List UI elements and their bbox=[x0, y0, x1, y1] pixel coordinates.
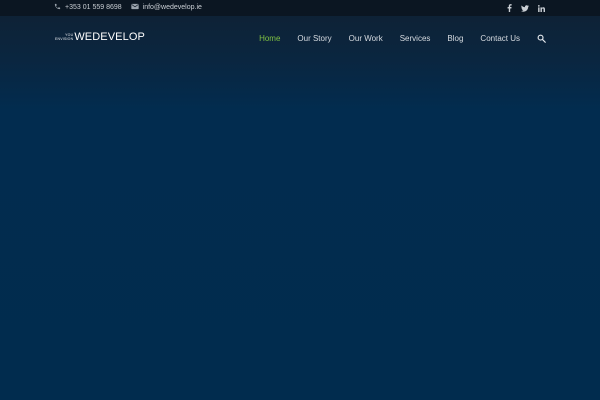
nav-item-services[interactable]: Services bbox=[400, 34, 431, 43]
mail-icon bbox=[130, 3, 143, 12]
email-contact[interactable]: info@wedevelop.ie bbox=[130, 3, 202, 12]
logo-tagline: YOU ENVISION bbox=[55, 33, 73, 41]
phone-number: +353 01 559 8698 bbox=[65, 4, 122, 11]
nav-item-home[interactable]: Home bbox=[259, 34, 280, 43]
nav-item-our-work[interactable]: Our Work bbox=[349, 34, 383, 43]
nav-item-our-story[interactable]: Our Story bbox=[297, 34, 331, 43]
contact-info: +353 01 559 8698 info@wedevelop.ie bbox=[54, 3, 211, 12]
hero-section bbox=[0, 60, 600, 400]
logo-tagline-line2: ENVISION bbox=[55, 37, 74, 41]
top-bar: +353 01 559 8698 info@wedevelop.ie bbox=[0, 0, 600, 16]
nav-item-contact-us[interactable]: Contact Us bbox=[480, 34, 520, 43]
site-logo[interactable]: YOU ENVISION WEDEVELOP bbox=[55, 32, 145, 43]
page: +353 01 559 8698 info@wedevelop.ie YOU E… bbox=[0, 0, 600, 400]
linkedin-icon[interactable] bbox=[536, 3, 546, 13]
main-navigation: Home Our Story Our Work Services Blog Co… bbox=[242, 33, 546, 43]
email-address: info@wedevelop.ie bbox=[142, 4, 202, 11]
facebook-icon[interactable] bbox=[504, 3, 514, 13]
phone-icon bbox=[54, 3, 65, 12]
phone-contact[interactable]: +353 01 559 8698 bbox=[54, 3, 122, 12]
social-links bbox=[498, 3, 546, 13]
search-icon[interactable] bbox=[536, 33, 546, 43]
logo-wordmark: WEDEVELOP bbox=[74, 31, 145, 43]
twitter-icon[interactable] bbox=[520, 3, 530, 13]
nav-item-blog[interactable]: Blog bbox=[447, 34, 463, 43]
